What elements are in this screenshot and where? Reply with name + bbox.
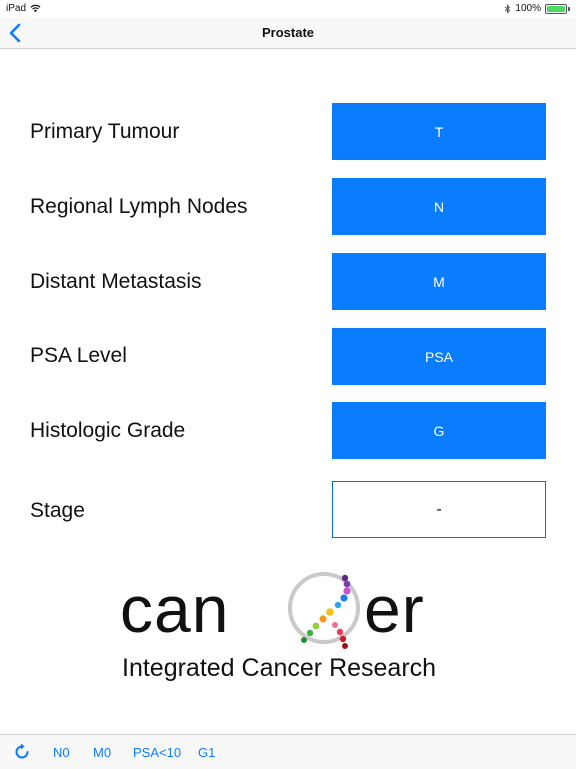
status-right: 100% (504, 3, 570, 14)
stage-value-box: - (332, 481, 546, 538)
canxer-logo: can er Integrated Cancer Research (118, 568, 458, 688)
status-left: iPad (6, 3, 41, 14)
toolbar-item-m0[interactable]: M0 (93, 745, 111, 760)
histologic-grade-label: Histologic Grade (30, 419, 186, 442)
toolbar-item-n0[interactable]: N0 (53, 745, 70, 760)
wifi-icon (30, 4, 41, 13)
g-button[interactable]: G (332, 402, 546, 459)
logo-word-left: can (120, 572, 230, 646)
page-title: Prostate (261, 25, 315, 40)
battery-tip (568, 6, 570, 11)
bluetooth-icon (505, 3, 511, 14)
logo-word-right: er (364, 572, 425, 646)
m-button[interactable]: M (332, 253, 546, 310)
refresh-icon (15, 743, 29, 759)
distant-metastasis-label: Distant Metastasis (30, 270, 202, 293)
battery-icon (545, 3, 567, 14)
primary-tumour-label: Primary Tumour (30, 120, 180, 143)
stage-label: Stage (30, 499, 85, 522)
refresh-button[interactable] (12, 742, 32, 762)
psa-button[interactable]: PSA (332, 328, 546, 385)
t-button[interactable]: T (332, 103, 546, 160)
navigation-bar: Prostate (0, 18, 576, 49)
status-bar: iPad 100% (0, 0, 576, 18)
battery-percent: 100% (515, 3, 541, 14)
logo-x-emblem (288, 572, 360, 649)
toolbar-item-psa[interactable]: PSA<10 (133, 745, 181, 760)
psa-level-label: PSA Level (30, 344, 127, 367)
device-name: iPad (6, 3, 27, 14)
n-button[interactable]: N (332, 178, 546, 235)
toolbar-item-g1[interactable]: G1 (198, 745, 215, 760)
regional-lymph-nodes-label: Regional Lymph Nodes (30, 195, 248, 218)
bottom-toolbar: N0 M0 PSA<10 G1 (0, 734, 576, 769)
logo-subtitle: Integrated Cancer Research (122, 654, 437, 682)
battery-fill (547, 5, 565, 12)
